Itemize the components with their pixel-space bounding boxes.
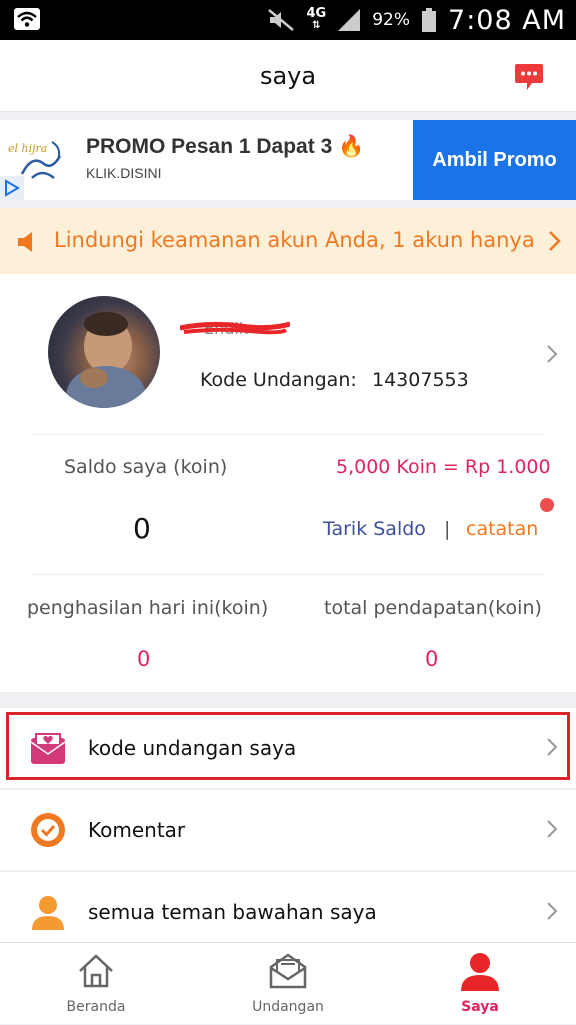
tab-undangan[interactable]: Undangan: [228, 943, 348, 1025]
app-header: saya: [0, 40, 576, 112]
chevron-right-icon[interactable]: [546, 344, 558, 364]
divider: [32, 434, 544, 435]
data-arrows-icon: ⇅: [312, 20, 321, 31]
person-icon: [461, 953, 499, 991]
wifi-icon: [14, 8, 40, 30]
page-title: saya: [259, 62, 317, 90]
tab-label: Beranda: [66, 999, 126, 1015]
tab-label: Undangan: [252, 999, 324, 1015]
mail-icon: [269, 953, 307, 989]
ad-banner[interactable]: el hijra PROMO Pesan 1 Dapat 3 🔥 KLIK.DI…: [0, 120, 576, 200]
divider: [0, 788, 576, 789]
highlight-box: [6, 712, 570, 780]
ad-cta-button[interactable]: Ambil Promo: [413, 120, 576, 200]
tab-saya[interactable]: Saya: [420, 943, 540, 1025]
invite-code-label: Kode Undangan:: [200, 369, 357, 391]
adchoices-icon[interactable]: [0, 176, 24, 200]
withdraw-link[interactable]: Tarik Saldo: [323, 518, 426, 540]
mute-icon: [267, 9, 294, 31]
notification-dot: [540, 498, 554, 512]
separator: |: [444, 518, 451, 540]
network-indicator: 4G ⇅: [306, 6, 327, 32]
brand-logo-text: el hijra: [8, 142, 47, 155]
divider: [32, 574, 544, 575]
signal-icon: [338, 9, 361, 31]
chat-icon[interactable]: [514, 62, 544, 92]
menu-item-label: Komentar: [88, 818, 186, 842]
menu-item-comments[interactable]: Komentar: [0, 790, 576, 870]
ad-title: PROMO Pesan 1 Dapat 3 🔥: [86, 135, 365, 158]
total-earnings-value: 0: [425, 647, 439, 671]
tab-label: Saya: [461, 999, 499, 1015]
balance-label: Saldo saya (koin): [64, 456, 228, 478]
security-notice[interactable]: Lindungi keamanan akun Anda, 1 akun hany…: [0, 208, 576, 274]
redacted-username: Endik: [180, 319, 290, 338]
bottom-tab-bar: Beranda Undangan Saya: [0, 942, 576, 1024]
profile-card: Endik Kode Undangan: 14307553 Saldo saya…: [0, 274, 576, 692]
chevron-right-icon: [549, 231, 561, 251]
speaker-icon: [18, 232, 32, 252]
menu-item-downline-friends[interactable]: semua teman bawahan saya: [0, 872, 576, 952]
battery-icon: [422, 8, 437, 32]
ad-subtitle: KLIK.DISINI: [86, 165, 162, 181]
home-icon: [79, 954, 113, 988]
invite-code-value: 14307553: [372, 369, 469, 391]
tab-beranda[interactable]: Beranda: [36, 943, 156, 1025]
clock: 7:08 AM: [448, 4, 566, 36]
avatar[interactable]: [48, 296, 160, 408]
today-earnings-value: 0: [137, 647, 151, 671]
network-type: 4G: [306, 6, 327, 21]
total-earnings-label: total pendapatan(koin): [324, 597, 542, 619]
notice-text: Lindungi keamanan akun Anda, 1 akun hany…: [54, 228, 535, 252]
status-bar: 4G ⇅ 92% 7:08 AM: [0, 0, 576, 40]
person-icon: [32, 896, 64, 930]
chevron-right-icon: [547, 902, 558, 920]
check-circle-icon: [31, 813, 65, 847]
today-earnings-label: penghasilan hari ini(koin): [27, 597, 269, 619]
menu-item-label: semua teman bawahan saya: [88, 900, 377, 924]
avatar-photo: [66, 312, 146, 408]
coin-rate: 5,000 Koin = Rp 1.000: [336, 456, 551, 478]
divider: [0, 870, 576, 871]
chevron-right-icon: [547, 820, 558, 838]
records-link[interactable]: catatan: [466, 518, 538, 540]
balance-value: 0: [133, 512, 151, 545]
battery-percent: 92%: [372, 10, 411, 30]
